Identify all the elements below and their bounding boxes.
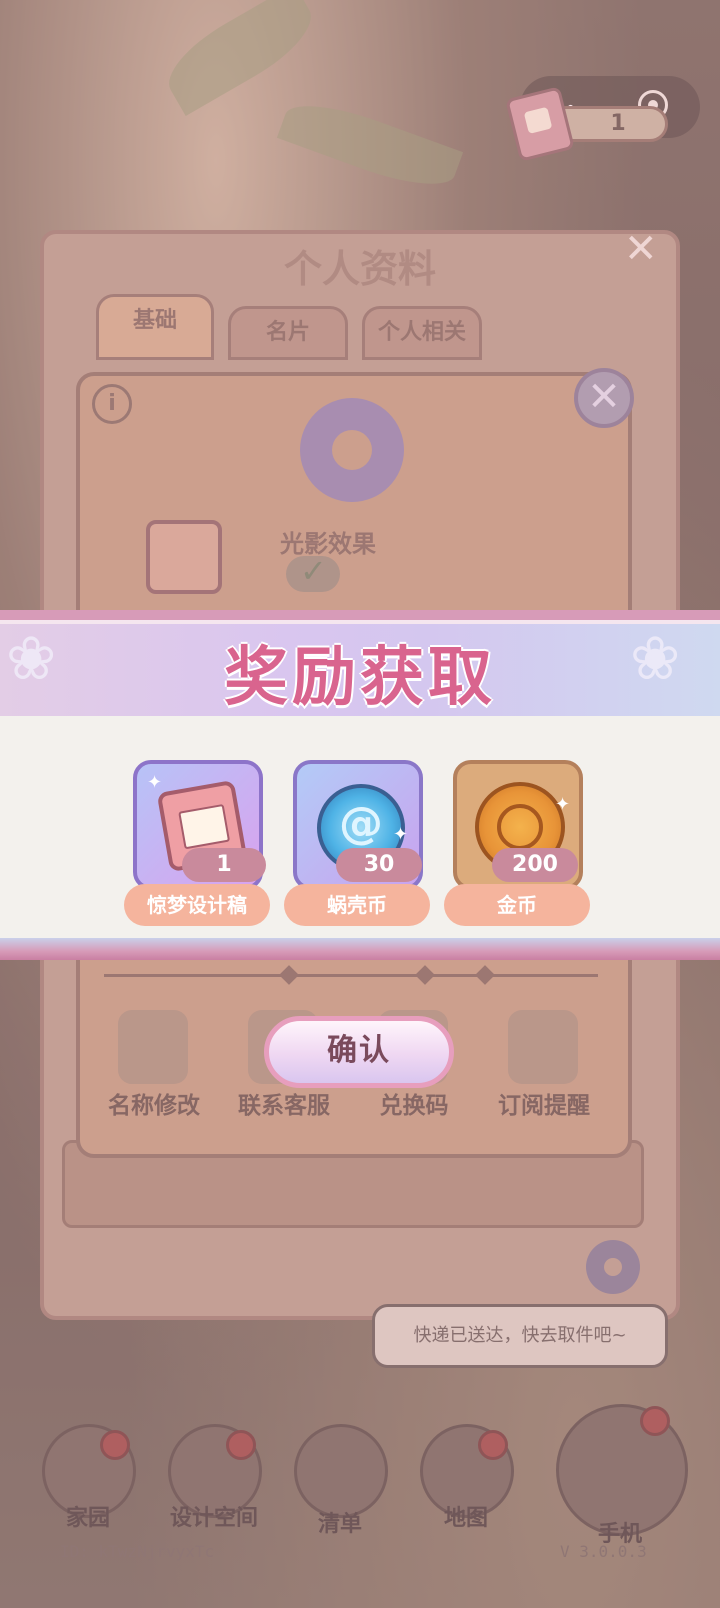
reward-count: 1 xyxy=(182,848,266,882)
reward-name: 金币 xyxy=(444,884,590,926)
reward-count: 200 xyxy=(492,848,578,882)
sparkle-icon: ✦ xyxy=(147,772,163,793)
sparkle-icon: ✦ xyxy=(555,794,571,815)
reward-banner-border xyxy=(0,938,720,960)
reward-title: 奖励获取 xyxy=(224,641,496,715)
sparkle-icon: ✦ xyxy=(393,824,409,845)
confirm-button[interactable]: 确认 xyxy=(264,1016,454,1088)
reward-name: 惊梦设计稿 xyxy=(124,884,270,926)
reward-count: 30 xyxy=(336,848,422,882)
reward-name: 蜗壳币 xyxy=(284,884,430,926)
